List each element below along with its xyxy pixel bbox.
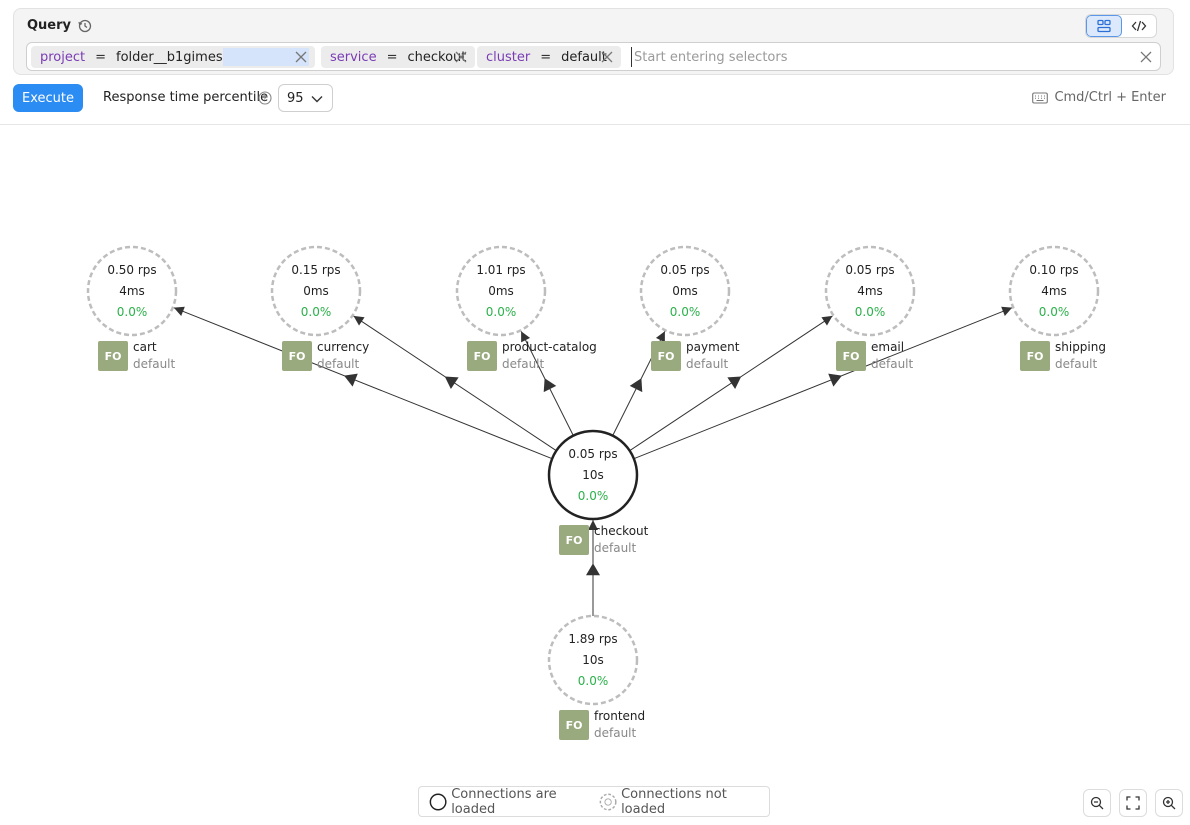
legend-loaded-label: Connections are loaded [451, 786, 557, 817]
edge-arrow [444, 376, 459, 390]
fit-view-button[interactable] [1119, 789, 1147, 817]
edge-checkout-to-email [629, 315, 833, 452]
service-name: frontend [594, 709, 645, 723]
service-badge-label: FO [658, 350, 675, 363]
node-latency: 0ms [303, 284, 329, 298]
service-name: payment [686, 340, 740, 354]
service-name: product-catalog [502, 340, 597, 354]
node-checkout[interactable]: 0.05 rps 10s 0.0% FO checkout default [547, 429, 649, 555]
service-cluster: default [594, 726, 637, 740]
node-latency: 4ms [1041, 284, 1067, 298]
node-latency: 10s [582, 468, 604, 482]
loaded-circle-icon [429, 793, 447, 810]
legend: Connections are loaded Connections not l… [418, 786, 770, 817]
node-product-catalog[interactable]: 1.01 rps 0ms 0.0% FO product-catalog default [455, 245, 597, 371]
node-rps: 0.50 rps [107, 263, 156, 277]
node-rps: 1.01 rps [476, 263, 525, 277]
node-rps: 0.05 rps [845, 263, 894, 277]
node-latency: 0ms [672, 284, 698, 298]
node-rps: 0.05 rps [568, 447, 617, 461]
node-frontend[interactable]: 1.89 rps 10s 0.0% FO frontend default [547, 614, 645, 740]
service-badge-label: FO [1027, 350, 1044, 363]
node-latency: 4ms [857, 284, 883, 298]
zoom-out-button[interactable] [1083, 789, 1111, 817]
node-error-rate: 0.0% [301, 305, 332, 319]
edge-checkout-to-currency [353, 315, 557, 452]
service-cluster: default [133, 357, 176, 371]
service-cluster: default [317, 357, 360, 371]
edge-arrow [586, 563, 600, 576]
node-shipping[interactable]: 0.10 rps 4ms 0.0% FO shipping default [1008, 245, 1106, 371]
node-cart[interactable]: 0.50 rps 4ms 0.0% FO cart default [86, 245, 178, 371]
service-name: email [871, 340, 904, 354]
node-email[interactable]: 0.05 rps 4ms 0.0% FO email default [824, 245, 916, 371]
node-latency: 10s [582, 653, 604, 667]
service-cluster: default [502, 357, 545, 371]
zoom-in-icon [1162, 796, 1176, 810]
legend-loaded: Connections are loaded [429, 787, 591, 817]
service-badge-label: FO [289, 350, 306, 363]
node-rps: 0.05 rps [660, 263, 709, 277]
node-rps: 0.15 rps [291, 263, 340, 277]
service-cluster: default [871, 357, 914, 371]
node-latency: 4ms [119, 284, 145, 298]
service-badge-label: FO [474, 350, 491, 363]
node-currency[interactable]: 0.15 rps 0ms 0.0% FO currency default [270, 245, 369, 371]
node-rps: 0.10 rps [1029, 263, 1078, 277]
edge-arrow [344, 373, 358, 387]
fullscreen-icon [1126, 796, 1140, 810]
edge-arrow [543, 378, 557, 393]
node-error-rate: 0.0% [855, 305, 886, 319]
node-error-rate: 0.0% [117, 305, 148, 319]
service-cluster: default [594, 541, 637, 555]
service-cluster: default [686, 357, 729, 371]
service-badge-label: FO [566, 534, 583, 547]
zoom-in-button[interactable] [1155, 789, 1183, 817]
not-loaded-circle-icon [599, 793, 617, 810]
legend-not-loaded-label: Connections not loaded [621, 786, 727, 817]
service-badge-label: FO [566, 719, 583, 732]
service-name: currency [317, 340, 369, 354]
edge-arrow [727, 376, 742, 390]
node-payment[interactable]: 0.05 rps 0ms 0.0% FO payment default [639, 245, 740, 371]
service-name: cart [133, 340, 157, 354]
edge-arrow [828, 373, 842, 387]
node-rps: 1.89 rps [568, 632, 617, 646]
zoom-out-icon [1090, 796, 1104, 810]
node-latency: 0ms [488, 284, 514, 298]
node-error-rate: 0.0% [578, 674, 609, 688]
legend-not-loaded: Connections not loaded [599, 787, 761, 817]
service-badge-label: FO [105, 350, 122, 363]
node-error-rate: 0.0% [486, 305, 517, 319]
edge-arrow [629, 378, 643, 393]
service-name: checkout [594, 524, 649, 538]
node-error-rate: 0.0% [1039, 305, 1070, 319]
service-name: shipping [1055, 340, 1106, 354]
node-error-rate: 0.0% [670, 305, 701, 319]
service-graph: 0.50 rps4ms0.0%FOcartdefault0.15 rps0ms0… [86, 245, 1106, 740]
node-error-rate: 0.0% [578, 489, 609, 503]
service-badge-label: FO [843, 350, 860, 363]
service-cluster: default [1055, 357, 1098, 371]
